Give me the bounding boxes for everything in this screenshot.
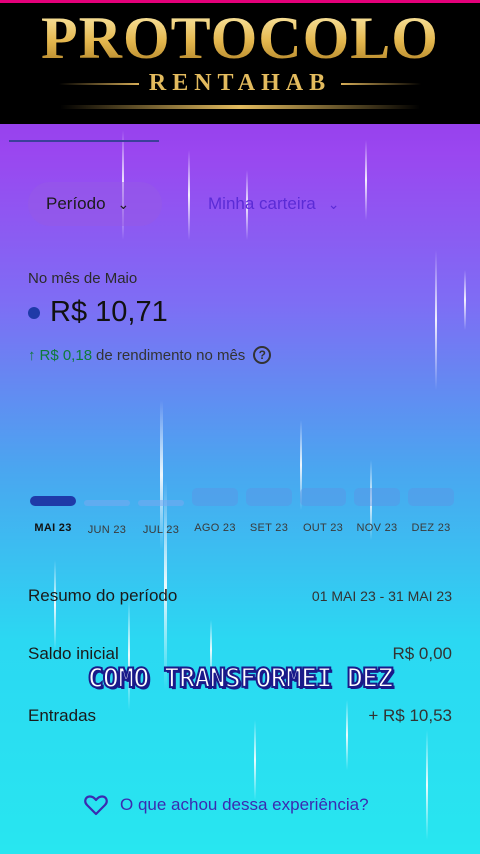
balance-display: R$ 10,71 (28, 296, 168, 329)
month-tab[interactable]: JUN 23 (82, 496, 132, 536)
tab-indicator (9, 140, 159, 142)
month-bar (408, 488, 454, 506)
yield-line: ↑ R$ 0,18 de rendimento no mês ? (28, 346, 272, 364)
summary-range: 01 MAI 23 - 31 MAI 23 (311, 588, 452, 604)
entradas-row: Entradas + R$ 10,53 (28, 706, 452, 726)
banner-subtitle: RENTAHAB (148, 70, 332, 96)
month-bar (84, 500, 130, 506)
month-tab[interactable]: JUL 23 (136, 496, 186, 536)
balance-amount: R$ 10,71 (50, 296, 168, 328)
feedback-label: O que achou dessa experiência? (120, 795, 369, 814)
month-label: No mês de Maio (28, 270, 138, 287)
month-tab[interactable]: MAI 23 (28, 496, 78, 534)
month-label: SET 23 (249, 522, 289, 534)
banner-title: PROTOCOLO (41, 5, 439, 71)
month-tab[interactable]: AGO 23 (190, 488, 240, 534)
month-tab[interactable]: NOV 23 (352, 488, 402, 534)
banner-rule-right (341, 82, 422, 85)
month-tab[interactable]: SET 23 (244, 488, 294, 534)
saldo-label: Saldo inicial (28, 644, 119, 663)
arrow-up-icon: ↑ (28, 346, 36, 364)
banner-subtitle-row: RENTAHAB (58, 70, 422, 97)
period-filter-label: Período (46, 194, 106, 213)
saldo-row: Saldo inicial R$ 0,00 (28, 644, 452, 664)
month-bar (138, 500, 184, 506)
entradas-value: + R$ 10,53 (368, 706, 452, 725)
month-label: OUT 23 (302, 522, 344, 534)
info-icon[interactable]: ? (253, 346, 272, 364)
month-bar (246, 488, 292, 506)
feedback-button[interactable]: O que achou dessa experiência? (84, 794, 369, 816)
month-label: NOV 23 (356, 522, 398, 534)
chevron-down-icon: ⌄ (117, 195, 130, 212)
month-label: DEZ 23 (411, 522, 451, 534)
promo-banner: PROTOCOLO RENTAHAB (0, 0, 480, 124)
wallet-filter-button[interactable]: Minha carteira ⌄ (192, 182, 372, 226)
month-bar (300, 488, 346, 506)
yield-text: de rendimento no mês (96, 346, 246, 364)
month-bar (354, 488, 400, 506)
summary-title: Resumo do período (28, 586, 178, 605)
banner-top-line (0, 0, 480, 3)
saldo-value: R$ 0,00 (392, 644, 452, 663)
summary-title-row: Resumo do período 01 MAI 23 - 31 MAI 23 (28, 586, 452, 606)
month-bar (30, 496, 76, 506)
month-tab[interactable]: OUT 23 (298, 488, 348, 534)
chevron-down-icon: ⌄ (327, 195, 340, 212)
yield-value: R$ 0,18 (39, 346, 93, 364)
month-label: AGO 23 (194, 522, 236, 534)
month-label: JUL 23 (142, 524, 180, 536)
video-caption: COMO TRANSFORMEI DEZ (86, 662, 394, 695)
wallet-filter-label: Minha carteira (208, 194, 316, 213)
banner-rule-left (58, 82, 139, 85)
entradas-label: Entradas (28, 706, 97, 725)
month-label: JUN 23 (87, 524, 127, 536)
month-label: MAI 23 (34, 522, 72, 534)
banner-underline (60, 105, 420, 109)
month-bar (192, 488, 238, 506)
period-filter-button[interactable]: Período ⌄ (28, 182, 162, 226)
month-tab[interactable]: DEZ 23 (406, 488, 456, 534)
balance-dot-icon (28, 306, 40, 319)
heart-icon (84, 795, 108, 816)
